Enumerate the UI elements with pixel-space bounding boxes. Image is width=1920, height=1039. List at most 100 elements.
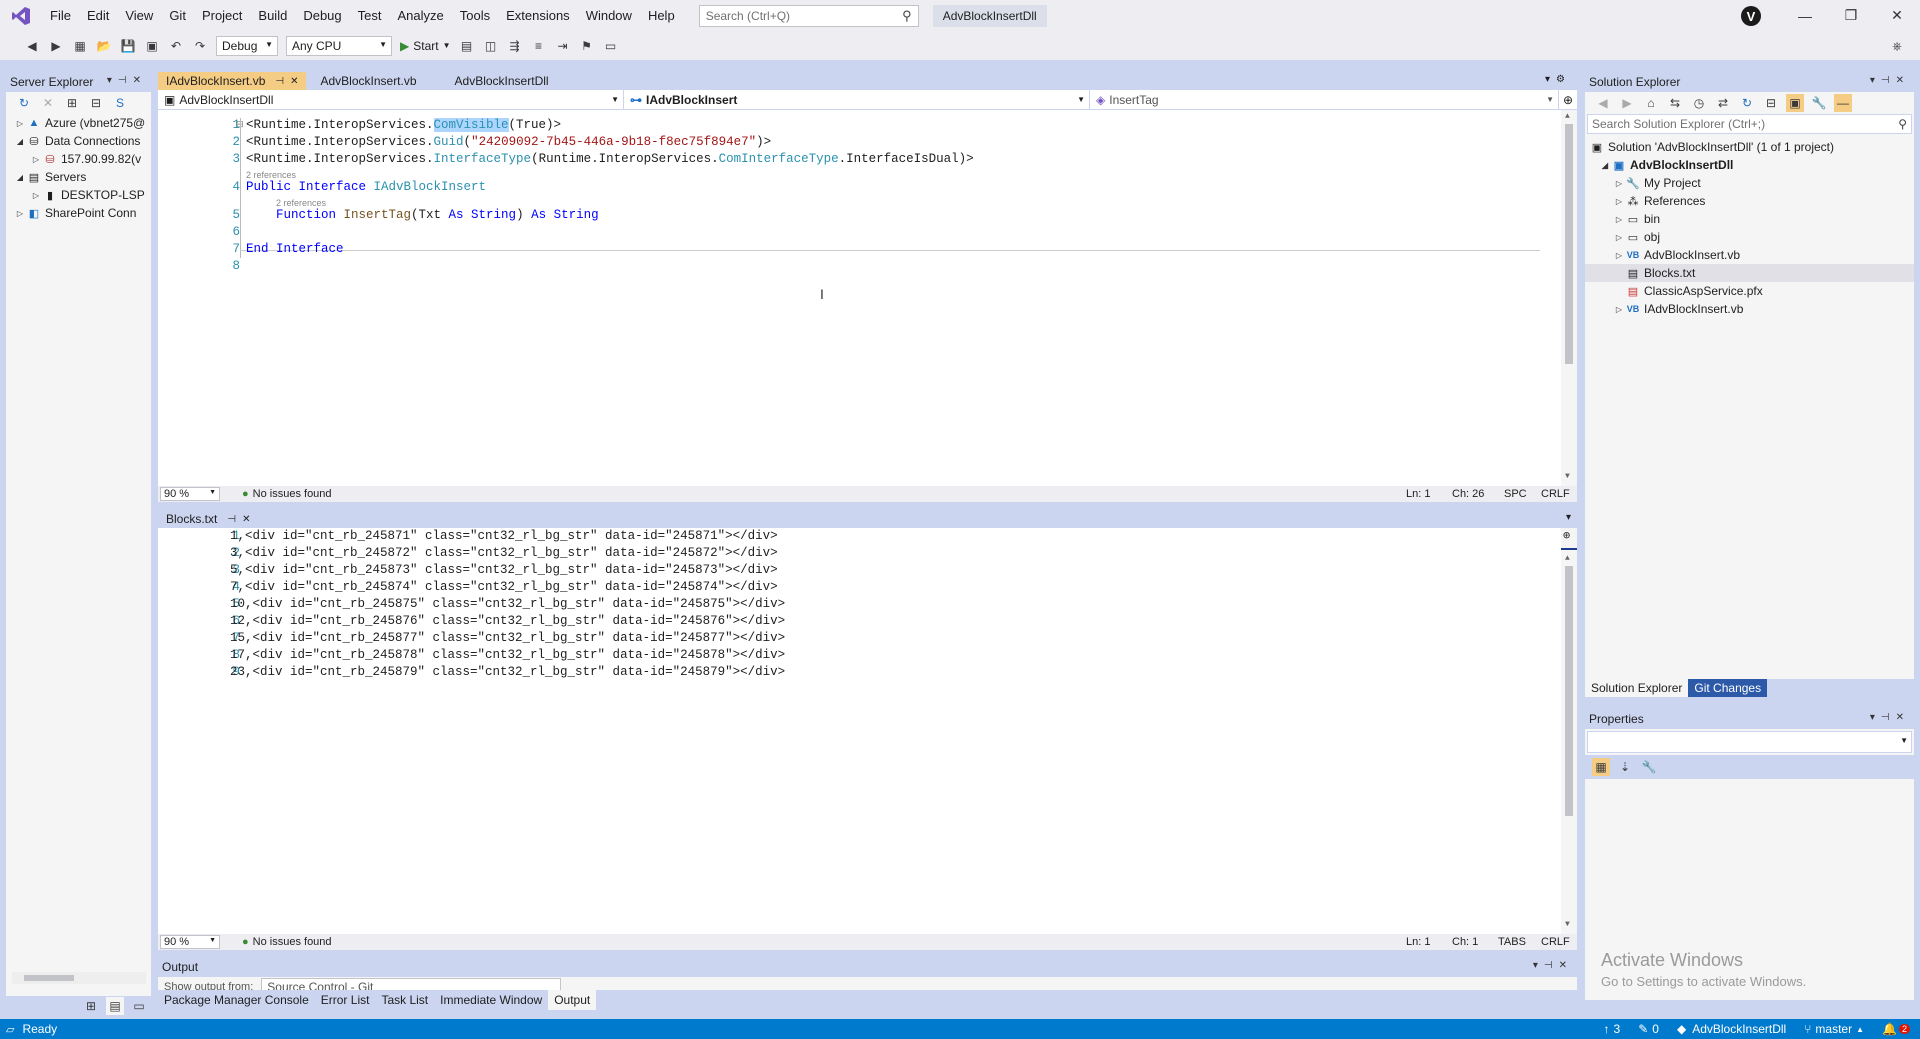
tab-package-manager-console[interactable]: Package Manager Console: [158, 993, 315, 1007]
save-icon[interactable]: 💾: [119, 37, 137, 55]
server-tree-item[interactable]: ▷ ⛁ 157.90.99.82(v: [6, 150, 151, 168]
project-dropdown[interactable]: ▣ AdvBlockInsertDll ▼: [158, 90, 624, 110]
tab-iadvblockinsert-vb[interactable]: IAdvBlockInsert.vb ⊣ ✕: [158, 72, 307, 90]
code-editor-top[interactable]: 1 2 3 4 5 6 7 8 ⊟ <Runtime.InteropServic…: [158, 110, 1577, 486]
solution-tree-item[interactable]: ▷ VB IAdvBlockInsert.vb: [1585, 300, 1914, 318]
sync-icon[interactable]: ⇄: [1714, 94, 1732, 112]
restore-button[interactable]: ❐: [1828, 0, 1874, 31]
panel-controls-icon[interactable]: ▾⊣✕: [1870, 712, 1910, 723]
solution-tree-item[interactable]: ▤ ClassicAspService.pfx: [1585, 282, 1914, 300]
search-input[interactable]: Search (Ctrl+Q) ⚲: [698, 4, 919, 27]
expand-icon[interactable]: ▷: [1613, 305, 1625, 314]
refresh-icon[interactable]: ↻: [1738, 94, 1756, 112]
tab-solution-explorer[interactable]: Solution Explorer: [1585, 679, 1689, 697]
menu-file[interactable]: File: [42, 0, 79, 31]
tab-immediate-window[interactable]: Immediate Window: [434, 993, 549, 1007]
save-all-icon[interactable]: ▣: [143, 37, 161, 55]
show-all-files-icon[interactable]: ▣: [1786, 94, 1804, 112]
zoom-select[interactable]: 90 % ▼: [160, 935, 220, 949]
tab-overflow-icon[interactable]: ▾: [1566, 512, 1571, 523]
home-icon[interactable]: ⌂: [1642, 94, 1660, 112]
panel-controls-icon[interactable]: ▾⊣✕: [1870, 75, 1910, 86]
tab-git-changes[interactable]: Git Changes: [1688, 679, 1768, 697]
scrollbar-thumb[interactable]: [24, 975, 74, 981]
server-tree-item[interactable]: ▷ ▮ DESKTOP-LSP: [6, 186, 151, 204]
tab-advblockinsertdll[interactable]: AdvBlockInsertDll: [446, 72, 557, 90]
tab-blocks-txt[interactable]: Blocks.txt ⊣ ✕: [158, 510, 259, 528]
type-dropdown[interactable]: ⊶ IAdvBlockInsert ▼: [624, 90, 1090, 110]
status-repository[interactable]: ◆ AdvBlockInsertDll: [1677, 1022, 1786, 1036]
solution-tree-item[interactable]: ▷ ▭ obj: [1585, 228, 1914, 246]
close-tab-icon[interactable]: ✕: [290, 76, 298, 87]
close-tab-icon[interactable]: ✕: [242, 514, 250, 525]
stop-icon[interactable]: ✕: [39, 94, 57, 112]
menu-build[interactable]: Build: [250, 0, 295, 31]
pin-icon[interactable]: ⊣: [275, 76, 284, 87]
expand-icon[interactable]: ▷: [30, 155, 42, 164]
server-tree-item[interactable]: ◢ ▤ Servers: [6, 168, 151, 186]
back-icon[interactable]: ◀: [1594, 94, 1612, 112]
solution-tree-item[interactable]: ▷ ⁂ References: [1585, 192, 1914, 210]
status-notifications[interactable]: 🔔 2: [1882, 1022, 1910, 1036]
menu-project[interactable]: Project: [194, 0, 250, 31]
split-editor-icon[interactable]: ⊕: [1563, 528, 1570, 543]
line-ending[interactable]: CRLF: [1541, 936, 1570, 948]
menu-extensions[interactable]: Extensions: [498, 0, 578, 31]
browse-icon[interactable]: ▤: [458, 37, 476, 55]
expand-icon[interactable]: ▷: [14, 209, 26, 218]
start-debugging-button[interactable]: ▶ Start ▼: [400, 39, 451, 53]
collapse-icon[interactable]: ◢: [14, 173, 26, 182]
toolbox-icon[interactable]: ▭: [130, 997, 148, 1015]
scroll-up-icon[interactable]: ▲: [1565, 112, 1570, 121]
menu-edit[interactable]: Edit: [79, 0, 117, 31]
panel-controls-icon[interactable]: ▾⊣✕: [107, 75, 147, 86]
issues-status[interactable]: No issues found: [253, 936, 332, 948]
menu-git[interactable]: Git: [161, 0, 194, 31]
status-branch[interactable]: ⑂ master ▲: [1804, 1022, 1864, 1036]
expand-icon[interactable]: ▷: [1613, 251, 1625, 260]
undo-icon[interactable]: ↶: [167, 37, 185, 55]
menu-help[interactable]: Help: [640, 0, 683, 31]
server-explorer-tab-icon[interactable]: ▤: [106, 997, 124, 1015]
server-tree-item[interactable]: ◢ ⛁ Data Connections: [6, 132, 151, 150]
connect-icon[interactable]: ⊞: [63, 94, 81, 112]
solution-tree-item[interactable]: ▷ ▭ bin: [1585, 210, 1914, 228]
line-ending[interactable]: CRLF: [1541, 488, 1570, 500]
user-avatar[interactable]: V: [1741, 6, 1761, 26]
expand-icon[interactable]: ▷: [30, 191, 42, 200]
scroll-down-icon[interactable]: ▼: [1565, 472, 1570, 481]
alphabetical-icon[interactable]: ⇣: [1616, 758, 1634, 776]
forward-icon[interactable]: ▶: [47, 37, 65, 55]
menu-view[interactable]: View: [117, 0, 161, 31]
align-icon[interactable]: ≡: [530, 37, 548, 55]
solution-search-input[interactable]: Search Solution Explorer (Ctrl+;) ⚲: [1587, 114, 1912, 134]
status-unpushed-commits[interactable]: ↑ 3: [1604, 1022, 1621, 1036]
codelens-references[interactable]: 2 references: [276, 198, 326, 208]
project-node[interactable]: ◢ ▣ AdvBlockInsertDll: [1585, 156, 1914, 174]
text-editor-bottom[interactable]: 1 2 3 4 5 6 7 8 9 1,<div id="cnt_rb_2458…: [158, 528, 1577, 934]
indent-icon[interactable]: ⇥: [554, 37, 572, 55]
close-window-button[interactable]: ✕: [1874, 0, 1920, 31]
collapse-icon[interactable]: ◢: [1599, 161, 1611, 170]
menu-analyze[interactable]: Analyze: [389, 0, 451, 31]
step-icon[interactable]: ⇶: [506, 37, 524, 55]
platform-select[interactable]: Any CPU ▼: [286, 35, 392, 56]
properties-icon[interactable]: 🔧: [1810, 94, 1828, 112]
status-pending-changes[interactable]: ✎ 0: [1638, 1022, 1659, 1036]
tab-advblockinsert-vb[interactable]: AdvBlockInsert.vb: [312, 72, 425, 90]
menu-tools[interactable]: Tools: [452, 0, 498, 31]
whitespace-mode[interactable]: TABS: [1498, 936, 1526, 948]
scrollbar-thumb[interactable]: [1565, 566, 1573, 816]
comment-icon[interactable]: ▭: [602, 37, 620, 55]
vertical-scrollbar[interactable]: ▲ ▼: [1561, 110, 1577, 486]
panel-controls-icon[interactable]: ▾⊣✕: [1533, 960, 1573, 971]
codelens-references[interactable]: 2 references: [246, 170, 296, 180]
member-dropdown[interactable]: ◈ InsertTag ▼: [1090, 90, 1559, 110]
scroll-down-icon[interactable]: ▼: [1565, 920, 1570, 929]
preview-icon[interactable]: —: [1834, 94, 1852, 112]
tab-output[interactable]: Output: [548, 990, 597, 1010]
minimize-button[interactable]: —: [1782, 0, 1828, 31]
new-project-icon[interactable]: ▦: [71, 37, 89, 55]
collapse-all-icon[interactable]: ⊟: [1762, 94, 1780, 112]
open-folder-icon[interactable]: 📂: [95, 37, 113, 55]
